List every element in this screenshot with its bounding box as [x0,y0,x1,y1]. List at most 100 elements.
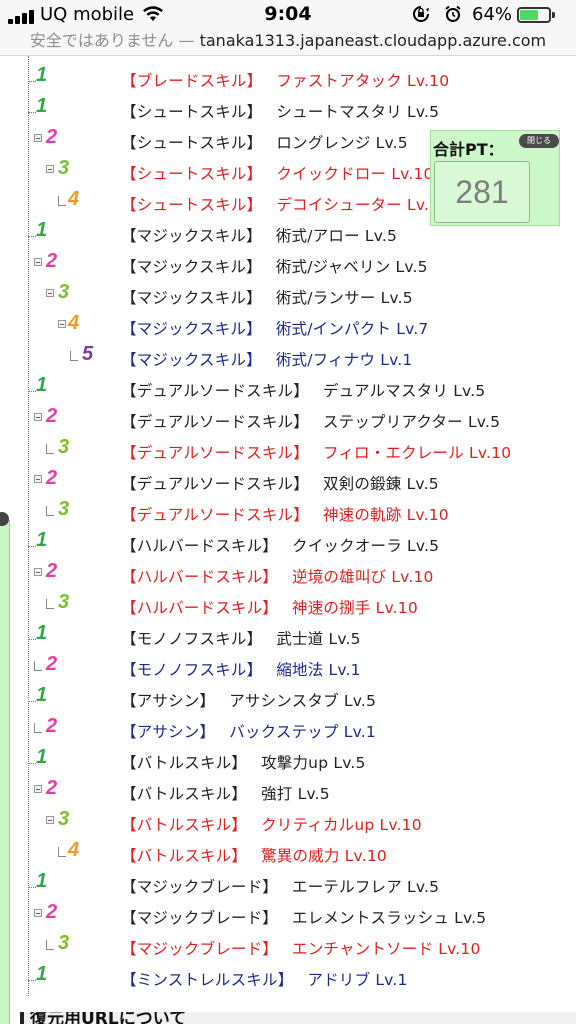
skill-row[interactable]: 【ハルバードスキル】 クイックオーラ Lv.5 [121,535,439,557]
skill-category: 【マジックブレード】 [121,909,279,927]
skill-row[interactable]: 【アサシン】 アサシンスタブ Lv.5 [121,690,376,712]
skill-name: デコイシューター Lv.10 [276,196,450,214]
skill-category: 【バトルスキル】 [121,847,248,865]
skill-row[interactable]: 【マジックブレード】 エンチャントソード Lv.10 [121,938,481,960]
skill-row[interactable]: 【シュートスキル】 ロングレンジ Lv.5 [121,132,408,154]
skill-row[interactable]: 【バトルスキル】 クリティカルup Lv.10 [121,814,422,836]
tree-branch-line [28,980,36,981]
tree-level-badge: 2 [46,715,58,737]
skill-category: 【シュートスキル】 [121,165,263,183]
skill-row[interactable]: 【デュアルソードスキル】 ステップリアクター Lv.5 [121,411,500,433]
tree-branch-line [28,887,36,888]
skill-row[interactable]: 【ハルバードスキル】 逆境の雄叫び Lv.10 [121,566,434,588]
url-bar[interactable]: 安全ではありません — tanaka1313.japaneast.cloudap… [0,28,576,56]
skill-category: 【モノノフスキル】 [121,630,263,648]
skill-row[interactable]: 【マジックスキル】 術式/アロー Lv.5 [121,225,397,247]
skill-name: 縮地法 Lv.1 [276,661,361,679]
skill-row[interactable]: 【デュアルソードスキル】 フィロ・エクレール Lv.10 [121,442,511,464]
skill-row[interactable]: 【デュアルソードスキル】 神速の軌跡 Lv.10 [121,504,449,526]
tree-level-badge: 1 [36,746,48,768]
collapse-toggle-icon[interactable] [34,785,42,793]
tree-branch-line [28,763,36,764]
tree-level-badge: 1 [36,219,48,241]
tree-level-badge: 2 [46,901,58,923]
tree-level-badge: 2 [46,126,58,148]
skill-name: バックステップ Lv.1 [229,723,376,741]
skill-category: 【マジックスキル】 [121,320,262,338]
skill-row[interactable]: 【ハルバードスキル】 神速の捌手 Lv.10 [121,597,418,619]
skill-name: アサシンスタブ Lv.5 [229,692,377,710]
collapse-toggle-icon[interactable] [34,475,42,483]
tree-level-badge: 4 [68,312,80,334]
tree-level-badge: 2 [46,653,58,675]
tree-branch-line [28,112,36,113]
tree-branch-line [28,639,36,640]
collapse-toggle-icon[interactable] [34,909,42,917]
skill-row[interactable]: 【モノノフスキル】 縮地法 Lv.1 [121,659,361,681]
battery-percent: 64% [472,4,513,25]
collapse-toggle-icon[interactable] [46,165,54,173]
skill-row[interactable]: 【シュートスキル】 シュートマスタリ Lv.5 [121,101,439,123]
tree-level-badge: 3 [58,436,70,458]
collapse-toggle-icon[interactable] [34,134,42,142]
skill-row[interactable]: 【マジックブレード】 エーテルフレア Lv.5 [121,876,439,898]
skill-row[interactable]: 【バトルスキル】 攻撃力up Lv.5 [121,752,366,774]
tree-branch-line [28,236,36,237]
skill-row[interactable]: 【アサシン】 バックステップ Lv.1 [121,721,376,743]
skill-category: 【シュートスキル】 [121,134,263,152]
tree-level-badge: 1 [36,64,48,86]
tree-connector [34,661,42,671]
collapse-toggle-icon[interactable] [58,320,66,328]
skill-category: 【バトルスキル】 [121,785,248,803]
skill-name: エーテルフレア Lv.5 [292,878,440,896]
skill-row[interactable]: 【シュートスキル】 クイックドロー Lv.10 [121,163,434,185]
skill-category: 【ハルバードスキル】 [121,537,279,555]
tree-level-badge: 1 [36,684,48,706]
tree-level-badge: 2 [46,467,58,489]
tree-level-badge: 1 [36,529,48,551]
status-bar: UQ mobile 9:04 64% [0,0,576,28]
skill-row[interactable]: 【バトルスキル】 驚異の威力 Lv.10 [121,845,387,867]
skill-name: 神速の捌手 Lv.10 [292,599,418,617]
skill-row[interactable]: 【マジックスキル】 術式/ランサー Lv.5 [121,287,413,309]
skill-category: 【ハルバードスキル】 [121,568,279,586]
skill-row[interactable]: 【デュアルソードスキル】 双剣の鍛錬 Lv.5 [121,473,439,495]
skill-name: 術式/ジャベリン Lv.5 [275,258,428,276]
tree-level-badge: 3 [58,281,70,303]
collapse-toggle-icon[interactable] [46,816,54,824]
tree-level-badge: 2 [46,560,58,582]
tree-level-badge: 4 [68,188,80,210]
collapse-toggle-icon[interactable] [34,413,42,421]
close-button[interactable]: 閉じる [519,134,559,148]
tree-level-badge: 3 [58,157,70,179]
skill-name: 逆境の雄叫び Lv.10 [292,568,434,586]
skill-category: 【デュアルソードスキル】 [121,413,309,431]
skill-row[interactable]: 【ブレードスキル】 ファストアタック Lv.10 [121,70,449,92]
skill-row[interactable]: 【マジックブレード】 エレメントスラッシュ Lv.5 [121,907,486,929]
collapse-toggle-icon[interactable] [34,568,42,576]
skill-row[interactable]: 【マジックスキル】 術式/ジャベリン Lv.5 [121,256,428,278]
collapse-toggle-icon[interactable] [46,289,54,297]
tree-branch-line [28,391,36,392]
skill-row[interactable]: 【ミンストレルスキル】 アドリブ Lv.1 [121,969,408,991]
side-drawer-edge[interactable] [0,520,10,1024]
skill-row[interactable]: 【マジックスキル】 術式/インパクト Lv.7 [121,318,429,340]
skill-row[interactable]: 【シュートスキル】 デコイシューター Lv.10 [121,194,449,216]
skill-row[interactable]: 【マジックスキル】 術式/フィナウ Lv.1 [121,349,412,371]
skill-name: 双剣の鍛錬 Lv.5 [322,475,439,493]
skill-name: 驚異の威力 Lv.10 [261,847,387,865]
tree-level-badge: 3 [58,498,70,520]
skill-category: 【バトルスキル】 [121,754,248,772]
tree-connector [70,351,78,361]
skill-row[interactable]: 【デュアルソードスキル】 デュアルマスタリ Lv.5 [121,380,485,402]
skill-name: デュアルマスタリ Lv.5 [322,382,486,400]
skill-row[interactable]: 【モノノフスキル】 武士道 Lv.5 [121,628,361,650]
skill-category: 【モノノフスキル】 [121,661,263,679]
skill-name: フィロ・エクレール Lv.10 [322,444,512,462]
collapse-toggle-icon[interactable] [34,258,42,266]
skill-name: 術式/アロー Lv.5 [275,227,398,245]
tree-level-badge: 3 [58,932,70,954]
skill-row[interactable]: 【バトルスキル】 強打 Lv.5 [121,783,330,805]
tree-guide-line [28,56,29,996]
tree-level-badge: 3 [58,808,70,830]
